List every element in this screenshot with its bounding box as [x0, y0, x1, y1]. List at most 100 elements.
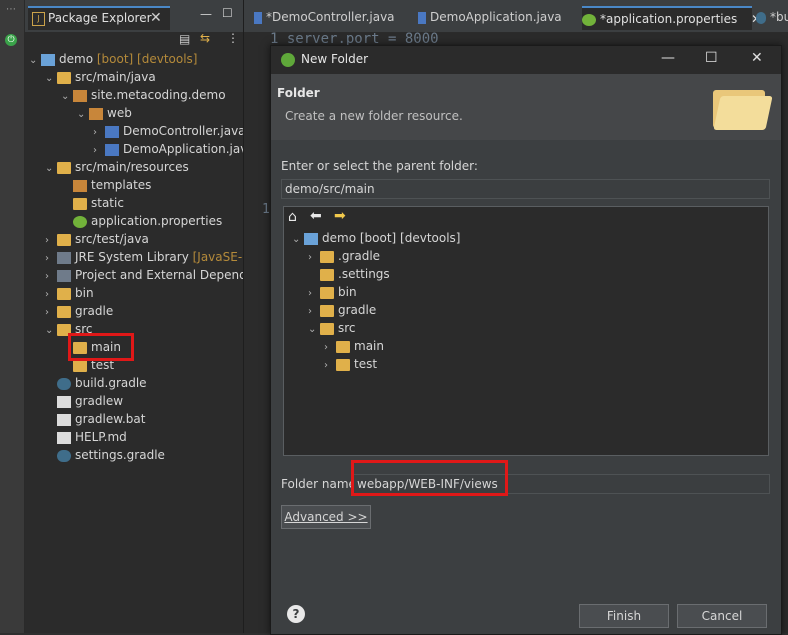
parent-folder-input[interactable]: demo/src/main	[281, 179, 770, 199]
close-icon[interactable]: ✕	[751, 50, 763, 66]
folder-icon	[336, 340, 350, 353]
tree-item-label: gradle	[75, 304, 114, 318]
folder-tree-item[interactable]: ⌄ src	[308, 319, 356, 337]
tab-label: Package Explorer	[48, 11, 152, 25]
tree-item-label: src	[338, 321, 356, 335]
help-icon[interactable]: ?	[287, 605, 305, 623]
folder-tree-item[interactable]: › test	[324, 355, 377, 373]
tree-item[interactable]: › gradle	[45, 302, 113, 320]
folder-icon	[320, 304, 334, 317]
folder-icon	[57, 305, 71, 318]
header-description: Create a new folder resource.	[285, 109, 463, 123]
source-folder-icon	[57, 161, 71, 174]
tree-item[interactable]: gradlew	[45, 392, 123, 410]
folder-tree-item[interactable]: › .gradle	[308, 247, 380, 265]
gradle-icon	[57, 449, 71, 462]
chevron-icon[interactable]: ⌄	[45, 322, 57, 340]
tree-item-label: bin	[75, 286, 94, 300]
tree-item-label: demo	[59, 52, 94, 66]
tab-demo-controller[interactable]: *DemoController.java	[254, 6, 404, 28]
tree-item[interactable]: ⌄ web	[77, 104, 132, 122]
gradle-icon	[57, 377, 71, 390]
chevron-icon[interactable]: ⌄	[77, 106, 89, 124]
left-toolbar: ⋯ ⏻	[0, 0, 25, 633]
folder-tree-item[interactable]: › main	[324, 337, 384, 355]
chevron-icon[interactable]: ⌄	[308, 321, 320, 339]
tree-item[interactable]: gradlew.bat	[45, 410, 145, 428]
spring-icon	[281, 53, 295, 67]
tab-demo-application[interactable]: DemoApplication.java	[418, 6, 568, 28]
tree-item[interactable]: › bin	[45, 284, 94, 302]
tree-item[interactable]: › DemoController.java	[93, 122, 243, 140]
library-icon	[57, 269, 71, 282]
chevron-icon[interactable]: ›	[324, 357, 336, 375]
chevron-icon[interactable]: ⌄	[292, 231, 304, 249]
java-file-icon	[418, 11, 426, 24]
home-icon[interactable]: ⌂	[288, 209, 297, 225]
tree-item[interactable]: static	[61, 194, 124, 212]
minimize-icon[interactable]: —	[661, 50, 675, 66]
tree-item-label: Project and External Dependencies	[75, 268, 243, 282]
tree-item-label: application.properties	[91, 214, 223, 228]
back-arrow-icon[interactable]: ⬅	[310, 208, 322, 224]
source-folder-icon	[57, 233, 71, 246]
dialog-titlebar[interactable]: New Folder — ☐ ✕	[271, 46, 781, 74]
maximize-icon[interactable]: ☐	[222, 6, 233, 20]
advanced-button[interactable]: Advanced >>	[281, 505, 371, 529]
maximize-icon[interactable]: ☐	[705, 50, 718, 66]
chevron-icon[interactable]: ⌄	[45, 70, 57, 88]
link-editor-icon[interactable]: ⇆	[200, 31, 210, 45]
tree-item[interactable]: build.gradle	[45, 374, 147, 392]
chevron-icon[interactable]: ⌄	[61, 88, 73, 106]
folder-tree-item[interactable]: › bin	[308, 283, 357, 301]
highlight-box	[68, 333, 134, 361]
new-folder-dialog: New Folder — ☐ ✕ Folder Create a new fol…	[270, 45, 782, 635]
tree-item[interactable]: ›JRE System Library [JavaSE-11]	[45, 248, 243, 266]
tree-item[interactable]: › src/test/java	[45, 230, 149, 248]
library-icon	[57, 251, 71, 264]
file-icon	[57, 413, 71, 426]
tree-item[interactable]: ⌄ src/main/java	[45, 68, 156, 86]
tree-item-decoration: [JavaSE-11]	[192, 250, 243, 264]
tab-build-gradle[interactable]: *bu	[756, 6, 788, 28]
folder-icon	[320, 268, 334, 281]
minimize-icon[interactable]: —	[200, 7, 212, 21]
tree-item[interactable]: settings.gradle	[45, 446, 165, 464]
tree-item[interactable]: templates	[61, 176, 151, 194]
chevron-icon[interactable]: ⌄	[29, 52, 41, 70]
tab-application-properties[interactable]: *application.properties ✕	[582, 6, 761, 30]
tab-package-explorer[interactable]: J Package Explorer ✕	[28, 6, 170, 30]
source-folder-icon	[57, 71, 71, 84]
close-icon[interactable]: ✕	[150, 10, 162, 26]
tree-item[interactable]: › DemoApplication.java	[93, 140, 243, 158]
tree-item[interactable]: ⌄ demo [boot] [devtools]	[29, 50, 197, 68]
folder-name-label: Folder name:	[281, 477, 360, 491]
finish-button[interactable]: Finish	[579, 604, 669, 628]
folder-tree-item[interactable]: › gradle	[308, 301, 376, 319]
tree-item[interactable]: HELP.md	[45, 428, 127, 446]
tree-item-label: HELP.md	[75, 430, 127, 444]
project-icon	[304, 232, 318, 245]
tree-item-label: web	[107, 106, 132, 120]
folder-tree-item[interactable]: .settings	[308, 265, 390, 283]
folder-tree-item[interactable]: ⌄ demo [boot] [devtools]	[292, 229, 460, 247]
java-file-icon	[254, 11, 262, 24]
tree-item[interactable]: application.properties	[61, 212, 222, 230]
chevron-icon[interactable]: ⌄	[45, 160, 57, 178]
tree-item[interactable]: ⌄ src/main/resources	[45, 158, 189, 176]
tree-item[interactable]: ⌄ site.metacoding.demo	[61, 86, 226, 104]
forward-arrow-icon[interactable]: ➡	[334, 208, 346, 224]
minimize-dots-icon[interactable]: ⋯	[6, 4, 17, 15]
tree-item-label: static	[91, 196, 124, 210]
gradle-icon	[756, 11, 766, 24]
run-icon[interactable]: ⏻	[5, 34, 17, 46]
java-file-icon	[105, 125, 119, 138]
properties-icon	[582, 13, 596, 26]
tree-item-label: main	[354, 339, 384, 353]
view-menu-icon[interactable]: ⋮	[227, 31, 239, 45]
tree-item-label: src/main/resources	[75, 160, 189, 174]
tree-item[interactable]: ›Project and External Dependencies	[45, 266, 243, 284]
tree-item-label: src/main/java	[75, 70, 156, 84]
cancel-button[interactable]: Cancel	[677, 604, 767, 628]
collapse-all-icon[interactable]: ▤	[179, 32, 190, 46]
